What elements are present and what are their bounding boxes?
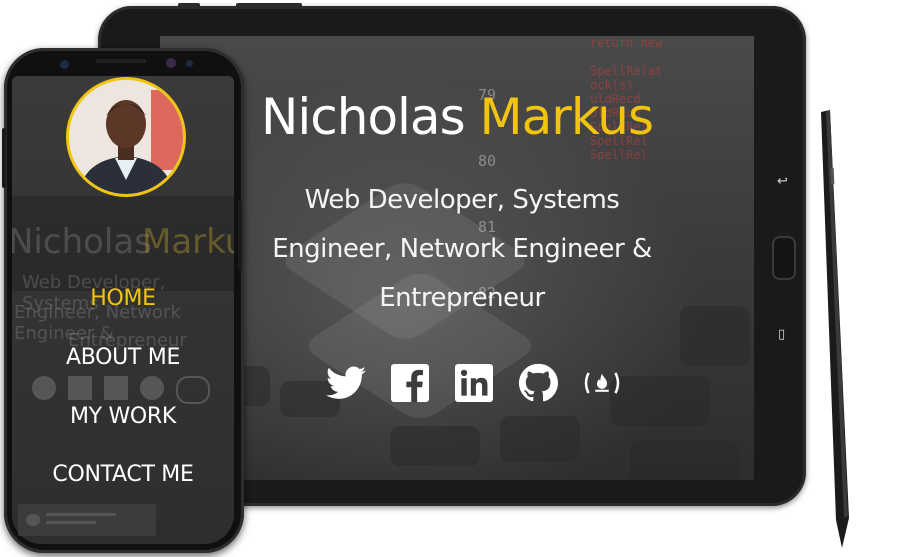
ghost-last-name: Markus: [142, 222, 234, 262]
phone-camera: [166, 58, 176, 68]
phone-speaker: [96, 59, 146, 63]
recent-apps-icon[interactable]: ▯: [778, 327, 785, 342]
twitter-icon[interactable]: [325, 362, 367, 404]
toast-text-line: [46, 521, 96, 524]
nav-item-my-work[interactable]: MY WORK: [12, 404, 234, 429]
home-button[interactable]: [772, 236, 796, 280]
tablet-volume-button: [236, 3, 302, 8]
linkedin-icon[interactable]: [453, 362, 495, 404]
phone-power-button: [238, 200, 242, 270]
avatar: [66, 77, 186, 197]
ghost-twitter-icon: [32, 376, 56, 400]
tablet-screen: 79 80 81 82 return new SpellRelat ock(s)…: [160, 36, 754, 480]
bg-key: [500, 416, 580, 462]
ghost-facebook-icon: [68, 376, 92, 400]
facebook-icon[interactable]: [389, 362, 431, 404]
hero-first-name: Nicholas: [260, 88, 466, 146]
bg-key: [390, 426, 480, 466]
tablet-top-button: [178, 3, 200, 8]
tagline-line: Web Developer, Systems: [304, 185, 620, 215]
back-icon[interactable]: ↩: [777, 174, 788, 189]
ghost-linkedin-icon: [104, 376, 128, 400]
bg-key: [630, 441, 740, 480]
tagline-line: Entrepreneur: [379, 283, 545, 313]
ghost-social-icons: [32, 376, 222, 404]
stylus-pen: [821, 110, 849, 548]
hero-name: Nicholas Markus: [160, 88, 754, 146]
nav-item-home[interactable]: HOME: [12, 286, 234, 311]
ghost-github-icon: [140, 376, 164, 400]
ghost-first-name: Nicholas: [12, 222, 152, 262]
toast-text-line: [46, 513, 116, 516]
social-links: [325, 362, 623, 404]
nav-item-contact-me[interactable]: CONTACT ME: [12, 462, 234, 487]
freecodecamp-icon[interactable]: [581, 362, 623, 404]
hero-tagline: Web Developer, Systems Engineer, Network…: [230, 176, 694, 323]
ghost-freecodecamp-icon: [176, 376, 210, 404]
notification-toast: [18, 504, 156, 536]
nav-item-about-me[interactable]: ABOUT ME: [12, 345, 234, 370]
hero-last-name: Markus: [479, 88, 654, 146]
toast-icon: [26, 514, 40, 526]
phone-sensor: [60, 60, 69, 69]
phone-sensor: [186, 60, 193, 67]
phone-volume-button: [2, 128, 6, 188]
github-icon[interactable]: [517, 362, 559, 404]
bg-key: [610, 376, 710, 426]
tagline-line: Engineer, Network Engineer &: [272, 234, 652, 264]
